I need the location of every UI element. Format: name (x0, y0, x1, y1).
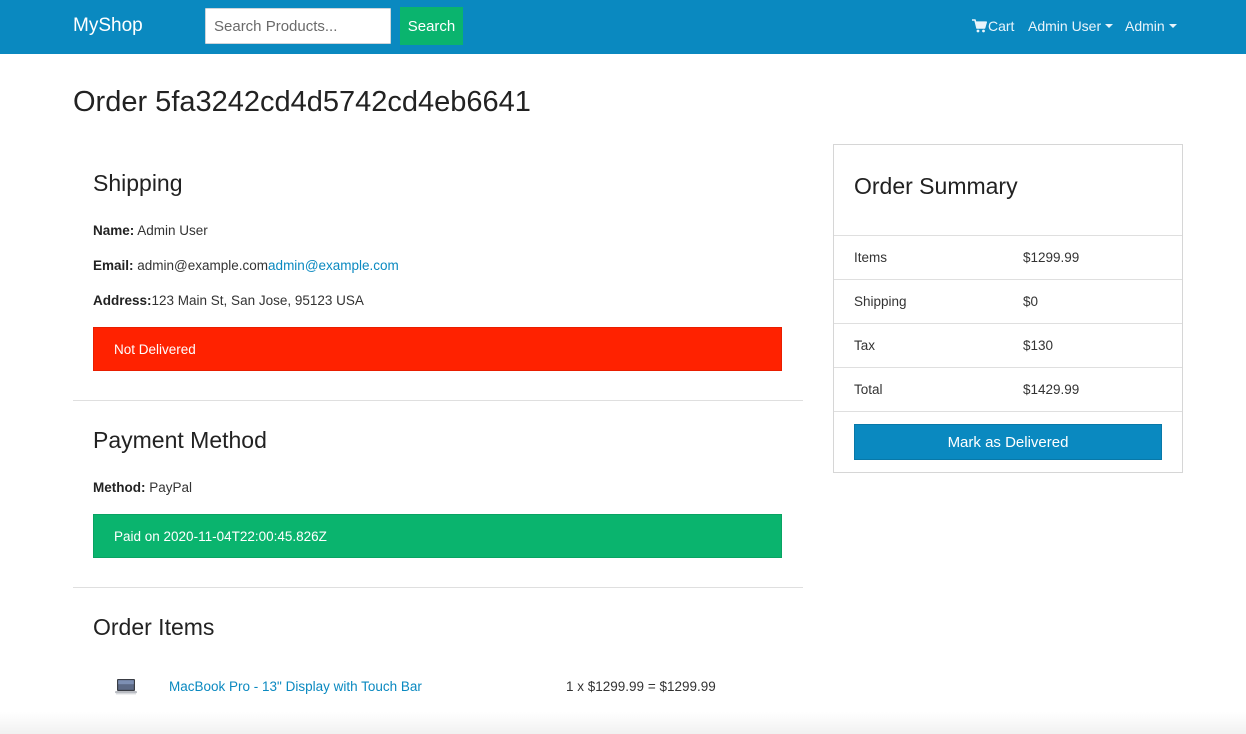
method-value: PayPal (149, 480, 193, 495)
delivery-status-alert: Not Delivered (93, 327, 782, 371)
mark-as-delivered-button[interactable]: Mark as Delivered (854, 424, 1162, 460)
brand-logo-link[interactable]: MyShop (73, 15, 143, 37)
search-input[interactable] (205, 8, 391, 44)
email-label: Email: (93, 258, 134, 273)
admin-menu-label: Admin (1125, 18, 1165, 34)
section-divider (73, 587, 803, 588)
summary-row-items: Items $1299.99 (834, 235, 1182, 279)
cart-link[interactable]: Cart (972, 18, 1014, 34)
summary-heading: Order Summary (854, 173, 1018, 199)
summary-divider (834, 411, 1182, 412)
summary-label: Shipping (854, 294, 907, 309)
order-items-heading: Order Items (93, 614, 215, 640)
payment-status-alert: Paid on 2020-11-04T22:00:45.826Z (93, 514, 782, 558)
summary-label: Items (854, 250, 888, 265)
name-value: Admin User (137, 223, 208, 238)
summary-value: $1429.99 (1023, 382, 1080, 397)
name-label: Name: (93, 223, 135, 238)
order-summary-card: Order Summary Items $1299.99 Shipping $0… (833, 144, 1183, 473)
search-button[interactable]: Search (400, 7, 463, 45)
address-value: 123 Main St, San Jose, 95123 USA (151, 293, 364, 308)
shipping-address-line: Address:123 Main St, San Jose, 95123 USA (93, 293, 364, 308)
shopping-cart-icon (972, 19, 987, 33)
address-label: Address: (93, 293, 152, 308)
user-menu-label: Admin User (1028, 18, 1102, 34)
page-title: Order 5fa3242cd4d5742cd4eb6641 (73, 86, 531, 118)
method-label: Method: (93, 480, 146, 495)
email-text: admin@example.com (137, 258, 269, 273)
summary-value: $1299.99 (1023, 250, 1080, 265)
caret-down-icon (1105, 24, 1114, 28)
cart-label: Cart (988, 18, 1015, 34)
summary-row-tax: Tax $130 (834, 323, 1182, 367)
summary-value: $130 (1023, 338, 1054, 353)
email-link[interactable]: admin@example.com (268, 258, 399, 273)
user-menu-dropdown[interactable]: Admin User (1028, 18, 1114, 34)
summary-row-shipping: Shipping $0 (834, 279, 1182, 323)
summary-row-total: Total $1429.99 (834, 367, 1182, 411)
top-navbar: MyShop Search Cart Admin User Admin (0, 0, 1246, 54)
summary-label: Total (854, 382, 883, 397)
bottom-edge-shadow (0, 712, 1246, 734)
admin-menu-dropdown[interactable]: Admin (1125, 18, 1177, 34)
shipping-email-line: Email: admin@example.comadmin@example.co… (93, 258, 399, 273)
shipping-name-line: Name: Admin User (93, 223, 208, 238)
summary-value: $0 (1023, 294, 1039, 309)
item-name-link[interactable]: MacBook Pro - 13" Display with Touch Bar (169, 679, 422, 694)
shipping-heading: Shipping (93, 170, 183, 196)
laptop-thumbnail-icon (115, 676, 137, 698)
caret-down-icon (1168, 24, 1177, 28)
payment-heading: Payment Method (93, 427, 267, 453)
item-price-calc: 1 x $1299.99 = $1299.99 (566, 679, 716, 694)
summary-label: Tax (854, 338, 876, 353)
section-divider (73, 400, 803, 401)
payment-method-line: Method: PayPal (93, 480, 192, 495)
